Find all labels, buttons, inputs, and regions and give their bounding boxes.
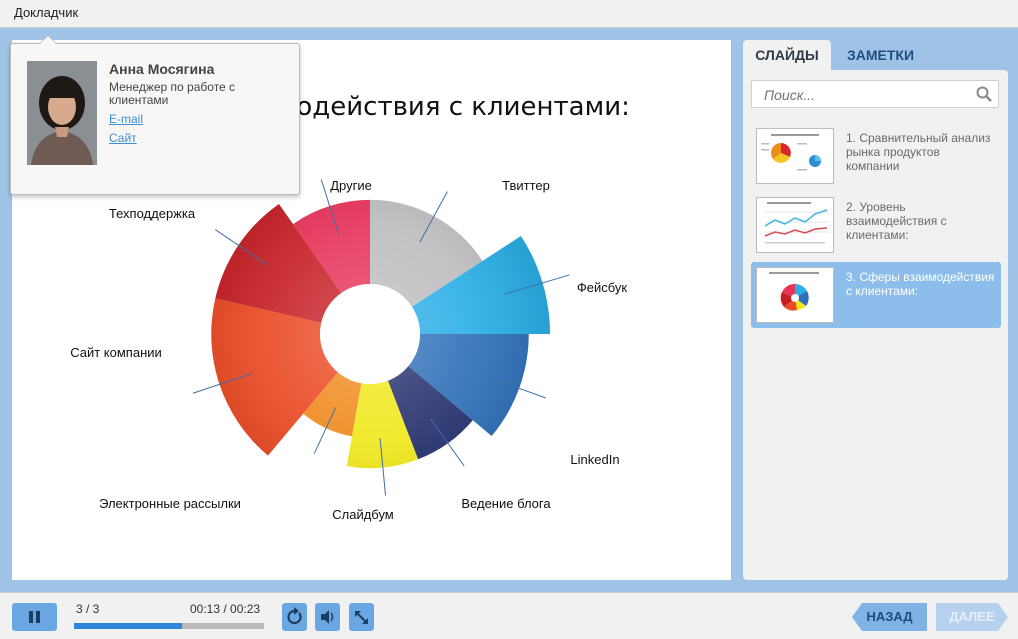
pause-icon bbox=[29, 611, 40, 623]
search-box bbox=[751, 80, 999, 109]
replay-button[interactable] bbox=[282, 603, 307, 631]
slide-thumbnail bbox=[756, 267, 834, 323]
replay-icon bbox=[287, 607, 302, 625]
player-controls: 3 / 3 00:13 / 00:23 НАЗАД ДАЛЕЕ bbox=[0, 592, 1018, 639]
sidebar: СЛАЙДЫ ЗАМЕТКИ Поиск... 1. Сравнительный… bbox=[743, 40, 1008, 580]
slide-list-item-label: 1. Сравнительный анализ рынка продуктов … bbox=[846, 131, 991, 173]
fullscreen-button[interactable] bbox=[349, 603, 374, 631]
chart-category-label: LinkedIn bbox=[570, 452, 619, 467]
next-button[interactable]: ДАЛЕЕ bbox=[936, 603, 1008, 631]
presenter-avatar bbox=[27, 61, 97, 165]
chart-category-label: Твиттер bbox=[502, 178, 550, 193]
slide-thumbnail bbox=[756, 128, 834, 184]
presenter-role: Менеджер по работе с клиентами bbox=[109, 80, 236, 107]
slide-counter: 3 / 3 bbox=[76, 602, 100, 616]
pause-button[interactable] bbox=[12, 603, 57, 631]
presenter-tab[interactable]: Докладчик bbox=[14, 5, 78, 20]
volume-button[interactable] bbox=[315, 603, 340, 631]
slide-list-item-label: 2. Уровень взаимодействия с клиентами: bbox=[846, 200, 947, 242]
presenter-name: Анна Мосягина bbox=[109, 61, 215, 77]
search-input[interactable] bbox=[762, 81, 976, 109]
top-bar: Докладчик bbox=[0, 0, 1018, 28]
volume-icon bbox=[321, 610, 334, 624]
slide-thumbnail bbox=[756, 197, 834, 253]
chart-category-label: Фейсбук bbox=[577, 280, 628, 295]
slide-list-item-1[interactable]: 1. Сравнительный анализ рынка продуктов … bbox=[751, 123, 1001, 189]
chart-category-label: Другие bbox=[330, 178, 372, 193]
tab-slides[interactable]: СЛАЙДЫ bbox=[743, 40, 831, 70]
playback-time: 00:13 / 00:23 bbox=[190, 602, 261, 616]
slide-list-item-3[interactable]: 3. Сферы взаимодействия с клиентами: bbox=[751, 262, 1001, 328]
progress-bar[interactable] bbox=[74, 623, 264, 629]
slide-list-item-2[interactable]: 2. Уровень взаимодействия с клиентами: bbox=[751, 192, 1001, 258]
search-icon[interactable] bbox=[976, 86, 992, 102]
chart-category-label: Слайдбум bbox=[332, 507, 394, 522]
tab-notes[interactable]: ЗАМЕТКИ bbox=[847, 40, 914, 70]
slide-list-item-label: 3. Сферы взаимодействия с клиентами: bbox=[846, 270, 995, 298]
chart-center-hole bbox=[320, 284, 420, 384]
slides-panel: 1. Сравнительный анализ рынка продуктов … bbox=[743, 70, 1008, 580]
presenter-popup: Анна Мосягина Менеджер по работе с клиен… bbox=[10, 35, 300, 195]
chart-category-label: Электронные рассылки bbox=[99, 496, 241, 511]
fullscreen-icon bbox=[355, 611, 368, 624]
chart-category-label: Ведение блога bbox=[461, 496, 551, 511]
sidebar-tabs: СЛАЙДЫ ЗАМЕТКИ bbox=[743, 40, 1008, 70]
back-button[interactable]: НАЗАД bbox=[852, 603, 927, 631]
chart-category-label: Техподдержка bbox=[109, 206, 196, 221]
presenter-email-link[interactable]: E-mail bbox=[109, 112, 143, 126]
chart-category-label: Сайт компании bbox=[70, 345, 162, 360]
presenter-site-link[interactable]: Сайт bbox=[109, 131, 137, 145]
progress-fill bbox=[74, 623, 183, 629]
